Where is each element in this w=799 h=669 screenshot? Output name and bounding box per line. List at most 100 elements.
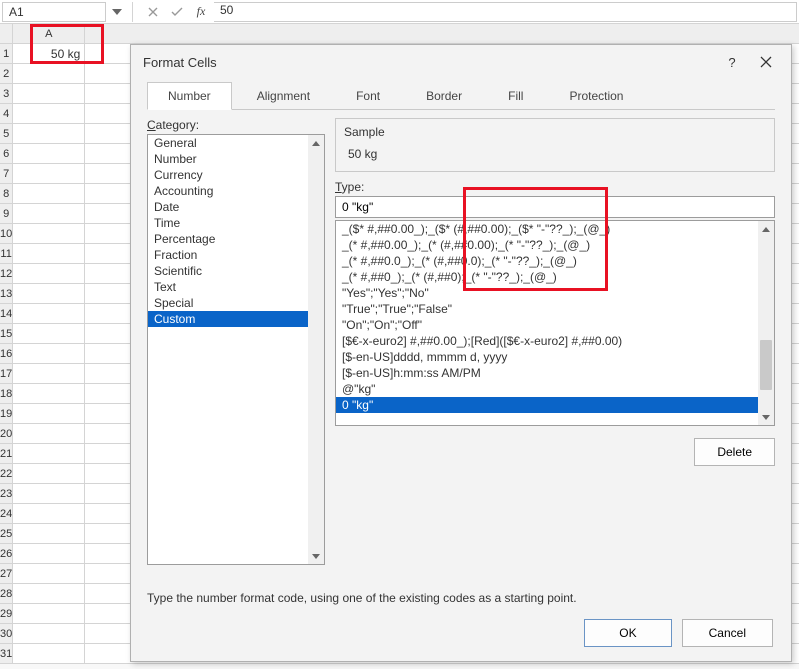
scroll-up-icon[interactable] (758, 221, 774, 237)
type-item[interactable]: _(* #,##0_);_(* (#,##0);_(* "-"??_);_(@_… (336, 269, 758, 285)
cell-A12[interactable] (13, 264, 85, 284)
name-box-dropdown[interactable] (108, 9, 126, 15)
cell-A6[interactable] (13, 144, 85, 164)
cell-A19[interactable] (13, 404, 85, 424)
cell-A28[interactable] (13, 584, 85, 604)
row-header-14[interactable]: 14 (0, 304, 13, 324)
cell-A1[interactable]: 50 kg (13, 44, 85, 64)
row-header-22[interactable]: 22 (0, 464, 13, 484)
type-item[interactable]: _(* #,##0.00_);_(* (#,##0.00);_(* "-"??_… (336, 237, 758, 253)
scroll-down-icon[interactable] (308, 548, 324, 564)
row-header-3[interactable]: 3 (0, 84, 13, 104)
row-header-9[interactable]: 9 (0, 204, 13, 224)
row-header-27[interactable]: 27 (0, 564, 13, 584)
scroll-down-icon[interactable] (758, 409, 774, 425)
category-list[interactable]: GeneralNumberCurrencyAccountingDateTimeP… (147, 134, 325, 565)
category-item-fraction[interactable]: Fraction (148, 247, 324, 263)
scroll-track[interactable] (308, 151, 324, 548)
type-item[interactable]: _(* #,##0.0_);_(* (#,##0.0);_(* "-"??_);… (336, 253, 758, 269)
row-header-28[interactable]: 28 (0, 584, 13, 604)
help-button[interactable]: ? (715, 48, 749, 76)
scroll-up-icon[interactable] (308, 135, 324, 151)
row-header-29[interactable]: 29 (0, 604, 13, 624)
category-item-text[interactable]: Text (148, 279, 324, 295)
row-header-30[interactable]: 30 (0, 624, 13, 644)
type-list[interactable]: _($* #,##0.00_);_($* (#,##0.00);_($* "-"… (335, 220, 775, 426)
row-header-18[interactable]: 18 (0, 384, 13, 404)
row-header-17[interactable]: 17 (0, 364, 13, 384)
formula-input[interactable]: 50 (214, 2, 797, 22)
row-header-16[interactable]: 16 (0, 344, 13, 364)
delete-button[interactable]: Delete (694, 438, 775, 466)
type-item[interactable]: "Yes";"Yes";"No" (336, 285, 758, 301)
row-header-4[interactable]: 4 (0, 104, 13, 124)
cell-A15[interactable] (13, 324, 85, 344)
row-header-12[interactable]: 12 (0, 264, 13, 284)
cell-A31[interactable] (13, 644, 85, 664)
type-input[interactable] (335, 196, 775, 218)
cell-A8[interactable] (13, 184, 85, 204)
row-header-20[interactable]: 20 (0, 424, 13, 444)
cell-A20[interactable] (13, 424, 85, 444)
cell-A10[interactable] (13, 224, 85, 244)
category-item-number[interactable]: Number (148, 151, 324, 167)
category-item-accounting[interactable]: Accounting (148, 183, 324, 199)
row-header-11[interactable]: 11 (0, 244, 13, 264)
tab-font[interactable]: Font (335, 82, 401, 110)
dialog-titlebar[interactable]: Format Cells ? (131, 45, 791, 79)
cell-A16[interactable] (13, 344, 85, 364)
cancel-button[interactable]: Cancel (682, 619, 773, 647)
type-item[interactable]: [$-en-US]h:mm:ss AM/PM (336, 365, 758, 381)
row-header-10[interactable]: 10 (0, 224, 13, 244)
category-item-currency[interactable]: Currency (148, 167, 324, 183)
row-header-7[interactable]: 7 (0, 164, 13, 184)
category-scrollbar[interactable] (308, 135, 324, 564)
type-scrollbar[interactable] (758, 221, 774, 425)
row-header-1[interactable]: 1 (0, 44, 13, 64)
ok-button[interactable]: OK (584, 619, 671, 647)
cell-A27[interactable] (13, 564, 85, 584)
type-item[interactable]: [$€-x-euro2] #,##0.00_);[Red]([$€-x-euro… (336, 333, 758, 349)
row-header-21[interactable]: 21 (0, 444, 13, 464)
close-button[interactable] (749, 48, 783, 76)
tab-border[interactable]: Border (405, 82, 483, 110)
fx-icon[interactable]: fx (190, 2, 212, 22)
category-item-scientific[interactable]: Scientific (148, 263, 324, 279)
type-item[interactable]: @"kg" (336, 381, 758, 397)
category-item-general[interactable]: General (148, 135, 324, 151)
row-header-25[interactable]: 25 (0, 524, 13, 544)
cell-A5[interactable] (13, 124, 85, 144)
name-box[interactable]: A1 (2, 2, 106, 22)
type-item[interactable]: [$-en-US]dddd, mmmm d, yyyy (336, 349, 758, 365)
cell-A7[interactable] (13, 164, 85, 184)
row-header-6[interactable]: 6 (0, 144, 13, 164)
row-header-8[interactable]: 8 (0, 184, 13, 204)
type-item[interactable]: "On";"On";"Off" (336, 317, 758, 333)
row-header-19[interactable]: 19 (0, 404, 13, 424)
row-header-2[interactable]: 2 (0, 64, 13, 84)
cell-A30[interactable] (13, 624, 85, 644)
cancel-formula-icon[interactable] (142, 2, 164, 22)
type-item[interactable]: _($* #,##0.00_);_($* (#,##0.00);_($* "-"… (336, 221, 758, 237)
row-header-23[interactable]: 23 (0, 484, 13, 504)
row-header-24[interactable]: 24 (0, 504, 13, 524)
cell-A4[interactable] (13, 104, 85, 124)
cell-A18[interactable] (13, 384, 85, 404)
tab-protection[interactable]: Protection (548, 82, 644, 110)
cell-A24[interactable] (13, 504, 85, 524)
col-header-B[interactable] (85, 24, 799, 44)
row-header-13[interactable]: 13 (0, 284, 13, 304)
col-header-A[interactable]: A (13, 24, 85, 44)
cell-A2[interactable] (13, 64, 85, 84)
category-item-custom[interactable]: Custom (148, 311, 324, 327)
cell-A11[interactable] (13, 244, 85, 264)
cell-A17[interactable] (13, 364, 85, 384)
category-item-time[interactable]: Time (148, 215, 324, 231)
cell-A23[interactable] (13, 484, 85, 504)
cell-A21[interactable] (13, 444, 85, 464)
tab-number[interactable]: Number (147, 82, 232, 110)
row-header-26[interactable]: 26 (0, 544, 13, 564)
cell-A22[interactable] (13, 464, 85, 484)
cell-A14[interactable] (13, 304, 85, 324)
scroll-track[interactable] (758, 237, 774, 409)
